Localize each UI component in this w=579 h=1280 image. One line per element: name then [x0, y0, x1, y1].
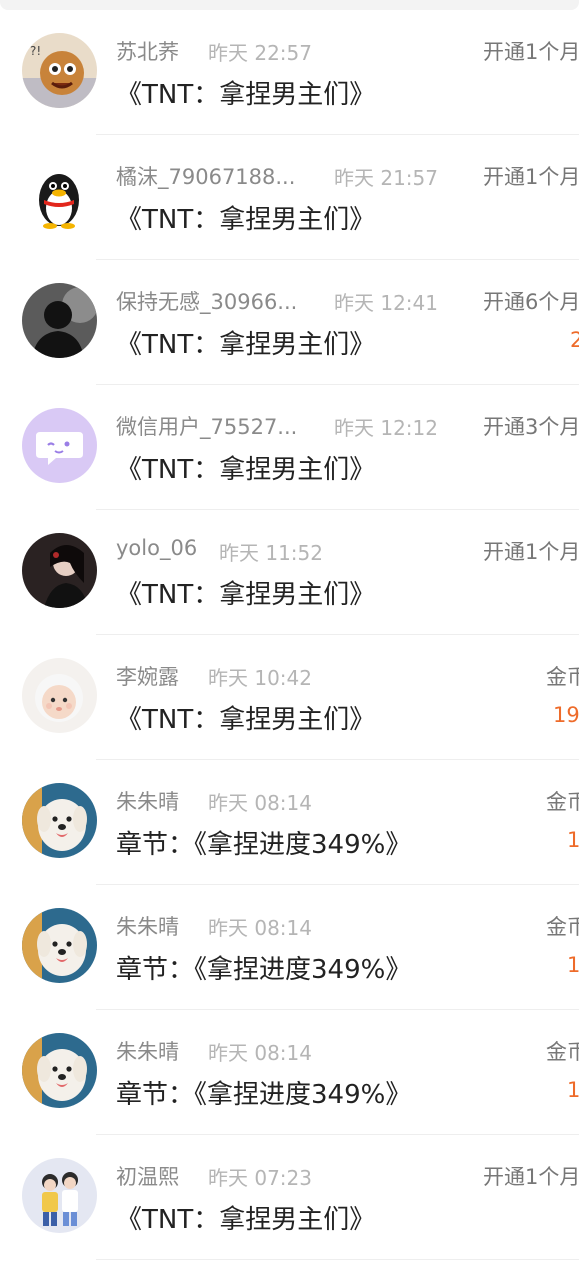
timestamp: 昨天 08:14 — [208, 791, 312, 815]
item-title: 《TNT：拿捏男主们》 — [116, 580, 376, 610]
timestamp: 昨天 22:57 — [208, 41, 312, 65]
user-name[interactable]: 橘沫_79067188... — [116, 161, 295, 191]
couple-avatar[interactable] — [22, 1158, 97, 1233]
timestamp: 昨天 11:52 — [219, 541, 323, 565]
reward-value: 19 — [553, 703, 579, 727]
item-title: 《TNT：拿捏男主们》 — [116, 1205, 376, 1235]
list-item[interactable]: 保持无感_30966... 昨天 12:41 《TNT：拿捏男主们》 开通6个月… — [0, 260, 579, 385]
list-item[interactable]: 朱朱晴 昨天 08:14 章节：《拿捏进度349%》 金币 1 — [0, 885, 579, 1010]
top-strip — [0, 0, 579, 10]
timestamp: 昨天 08:14 — [208, 1041, 312, 1065]
silhouette-avatar[interactable] — [22, 283, 97, 358]
puppy-avatar[interactable] — [22, 908, 97, 983]
list-item[interactable]: 微信用户_75527... 昨天 12:12 《TNT：拿捏男主们》 开通3个月 — [0, 385, 579, 510]
item-title: 《TNT：拿捏男主们》 — [116, 705, 376, 735]
reward-label: 金币 — [546, 915, 579, 939]
reward-value: 1 — [567, 828, 579, 852]
list-item[interactable]: 李婉露 昨天 10:42 《TNT：拿捏男主们》 金币 19 — [0, 635, 579, 760]
list-item[interactable]: 朱朱晴 昨天 08:14 章节：《拿捏进度349%》 金币 1 — [0, 1010, 579, 1135]
user-name[interactable]: 保持无感_30966... — [116, 286, 297, 316]
reward-label: 开通1个月 — [483, 1165, 579, 1189]
list-item[interactable]: 橘沫_79067188... 昨天 21:57 《TNT：拿捏男主们》 开通1个… — [0, 135, 579, 260]
chat-bubble-avatar[interactable] — [22, 408, 97, 483]
timestamp: 昨天 12:12 — [334, 416, 438, 440]
reward-label: 开通1个月 — [483, 540, 579, 564]
user-name[interactable]: 李婉露 — [116, 661, 179, 691]
reward-label: 开通3个月 — [483, 415, 579, 439]
puppy-avatar[interactable] — [22, 1033, 97, 1108]
item-title: 《TNT：拿捏男主们》 — [116, 205, 376, 235]
reward-label: 金币 — [546, 1040, 579, 1064]
user-name[interactable]: 朱朱晴 — [116, 786, 179, 816]
reward-label: 开通1个月 — [483, 40, 579, 64]
reward-value: 1 — [567, 1078, 579, 1102]
timestamp: 昨天 07:23 — [208, 1166, 312, 1190]
timestamp: 昨天 10:42 — [208, 666, 312, 690]
user-name[interactable]: 苏北荞 — [116, 36, 179, 66]
list-item[interactable]: yolo_06 昨天 11:52 《TNT：拿捏男主们》 开通1个月 — [0, 510, 579, 635]
portrait-avatar[interactable] — [22, 533, 97, 608]
timestamp: 昨天 21:57 — [334, 166, 438, 190]
user-name[interactable]: 初温熙 — [116, 1161, 179, 1191]
item-title: 章节：《拿捏进度349%》 — [116, 1080, 412, 1110]
penguin-avatar[interactable] — [22, 158, 97, 233]
timestamp: 昨天 08:14 — [208, 916, 312, 940]
item-title: 《TNT：拿捏男主们》 — [116, 80, 376, 110]
reward-value: 1 — [567, 953, 579, 977]
list-item[interactable]: ?! 苏北荞 昨天 22:57 《TNT：拿捏男主们》 开通1个月 — [0, 10, 579, 135]
divider — [96, 1259, 579, 1260]
reward-label: 金币 — [546, 790, 579, 814]
reward-label: 开通6个月 — [483, 290, 579, 314]
list-item[interactable]: 朱朱晴 昨天 08:14 章节：《拿捏进度349%》 金币 1 — [0, 760, 579, 885]
list-item[interactable]: 初温熙 昨天 07:23 《TNT：拿捏男主们》 开通1个月 — [0, 1135, 579, 1260]
user-name[interactable]: 微信用户_75527... — [116, 411, 297, 441]
timestamp: 昨天 12:41 — [334, 291, 438, 315]
user-name[interactable]: 朱朱晴 — [116, 911, 179, 941]
item-title: 章节：《拿捏进度349%》 — [116, 955, 412, 985]
reward-value: 2 — [570, 328, 579, 352]
user-name[interactable]: yolo_06 — [116, 536, 197, 560]
baby-avatar[interactable] — [22, 658, 97, 733]
doodle-face-avatar[interactable]: ?! — [22, 33, 97, 108]
puppy-avatar[interactable] — [22, 783, 97, 858]
item-title: 章节：《拿捏进度349%》 — [116, 830, 412, 860]
reward-list: ?! 苏北荞 昨天 22:57 《TNT：拿捏男主们》 开通1个月 橘沫_790… — [0, 10, 579, 1260]
svg-text:?!: ?! — [30, 44, 41, 58]
user-name[interactable]: 朱朱晴 — [116, 1036, 179, 1066]
item-title: 《TNT：拿捏男主们》 — [116, 455, 376, 485]
reward-label: 开通1个月 — [483, 165, 579, 189]
reward-label: 金币 — [546, 665, 579, 689]
item-title: 《TNT：拿捏男主们》 — [116, 330, 376, 360]
